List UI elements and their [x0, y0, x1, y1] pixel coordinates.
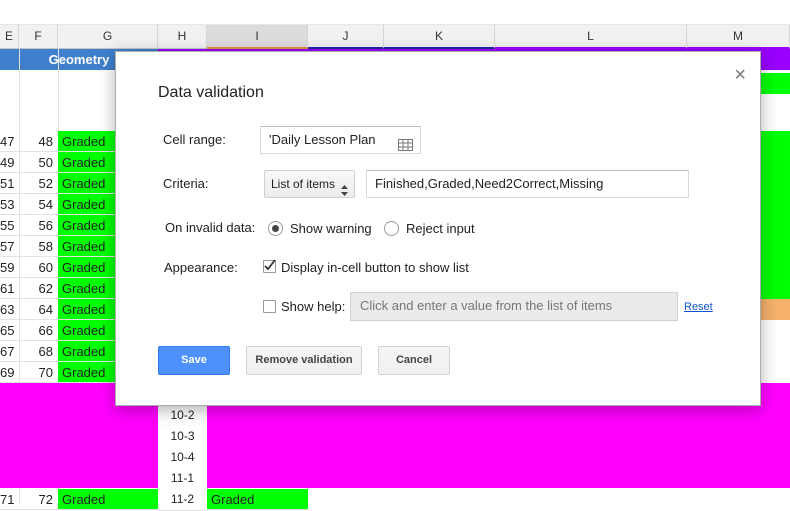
show-help-checkbox[interactable]	[263, 300, 276, 313]
col-header-g[interactable]: G	[58, 25, 158, 49]
col-header-m[interactable]: M	[687, 25, 790, 49]
cell-h-value[interactable]: 11-2	[158, 489, 207, 511]
row-number: 66	[19, 320, 58, 341]
cell-m-green-block[interactable]	[761, 131, 790, 299]
cell-h-value[interactable]: 10-4	[158, 447, 207, 469]
criteria-type-select[interactable]: List of items	[264, 170, 355, 198]
cell-range-field[interactable]: 'Daily Lesson Plan	[260, 126, 421, 154]
cell-graded[interactable]: Graded	[58, 489, 158, 510]
row-number: 71	[0, 489, 19, 510]
show-help-label[interactable]: Show help:	[281, 299, 345, 314]
help-text-input[interactable]: Click and enter a value from the list of…	[350, 292, 678, 321]
row-number: 68	[19, 341, 58, 362]
row-number: 70	[19, 362, 58, 383]
row-number: 56	[19, 215, 58, 236]
help-text-placeholder: Click and enter a value from the list of…	[360, 298, 613, 313]
cell-m-green[interactable]	[761, 73, 790, 94]
row-number: 55	[0, 215, 19, 236]
cell-range-value: 'Daily Lesson Plan	[269, 132, 376, 147]
row-number: 58	[19, 236, 58, 257]
col-header-f[interactable]: F	[19, 25, 58, 49]
invalid-data-label: On invalid data:	[165, 220, 256, 235]
row-number: 47	[0, 131, 19, 152]
criteria-type-label: List of items	[271, 177, 336, 191]
row-number: 65	[0, 320, 19, 341]
reject-input-radio[interactable]	[384, 221, 399, 236]
col-header-k[interactable]: K	[384, 25, 495, 49]
row-number: 54	[19, 194, 58, 215]
row-number: 72	[19, 489, 58, 510]
row-number: 64	[19, 299, 58, 320]
col-header-l[interactable]: L	[495, 25, 687, 49]
criteria-value-text: Finished,Graded,Need2Correct,Missing	[375, 176, 604, 191]
row-number: 51	[0, 173, 19, 194]
cell-h-value[interactable]: 10-3	[158, 426, 207, 448]
row-number: 49	[0, 152, 19, 173]
save-button[interactable]: Save	[158, 346, 230, 375]
cell-h-value[interactable]: 10-2	[158, 405, 207, 427]
criteria-value-input[interactable]: Finished,Graded,Need2Correct,Missing	[366, 170, 689, 198]
cell-h-value[interactable]: 11-1	[158, 468, 207, 490]
col-header-e[interactable]: E	[0, 25, 19, 49]
appearance-label: Appearance:	[164, 260, 238, 275]
row-number: 60	[19, 257, 58, 278]
col-header-h[interactable]: H	[158, 25, 207, 49]
dialog-title: Data validation	[158, 84, 264, 101]
cell-range-label: Cell range:	[163, 132, 226, 147]
close-icon[interactable]: ×	[734, 64, 746, 87]
row-number: 63	[0, 299, 19, 320]
cell-m-orange[interactable]	[761, 299, 790, 320]
criteria-label: Criteria:	[163, 176, 209, 191]
col-header-j[interactable]: J	[308, 25, 384, 49]
display-button-label[interactable]: Display in-cell button to show list	[281, 260, 469, 275]
checkmark-icon	[264, 259, 276, 271]
updown-icon	[341, 179, 348, 205]
row-number: 62	[19, 278, 58, 299]
row-number: 61	[0, 278, 19, 299]
col-header-i[interactable]: I	[207, 25, 308, 49]
row-number: 52	[19, 173, 58, 194]
row-number: 50	[19, 152, 58, 173]
remove-validation-button[interactable]: Remove validation	[246, 346, 362, 375]
show-warning-radio[interactable]	[268, 221, 283, 236]
row-number: 59	[0, 257, 19, 278]
row-number: 53	[0, 194, 19, 215]
row-number: 48	[19, 131, 58, 152]
cell-graded[interactable]: Graded	[207, 489, 308, 510]
row-number: 67	[0, 341, 19, 362]
show-warning-label[interactable]: Show warning	[290, 221, 372, 236]
row-number: 69	[0, 362, 19, 383]
reset-link[interactable]: Reset	[684, 301, 713, 313]
grid-icon[interactable]	[398, 134, 413, 160]
cancel-button[interactable]: Cancel	[378, 346, 450, 375]
magenta-band-right	[207, 405, 790, 488]
reject-input-label[interactable]: Reject input	[406, 221, 475, 236]
row-number: 57	[0, 236, 19, 257]
data-validation-dialog: Data validation × Cell range: 'Daily Les…	[115, 51, 761, 406]
toolbar-strip	[0, 0, 790, 25]
display-button-checkbox[interactable]	[263, 259, 276, 273]
